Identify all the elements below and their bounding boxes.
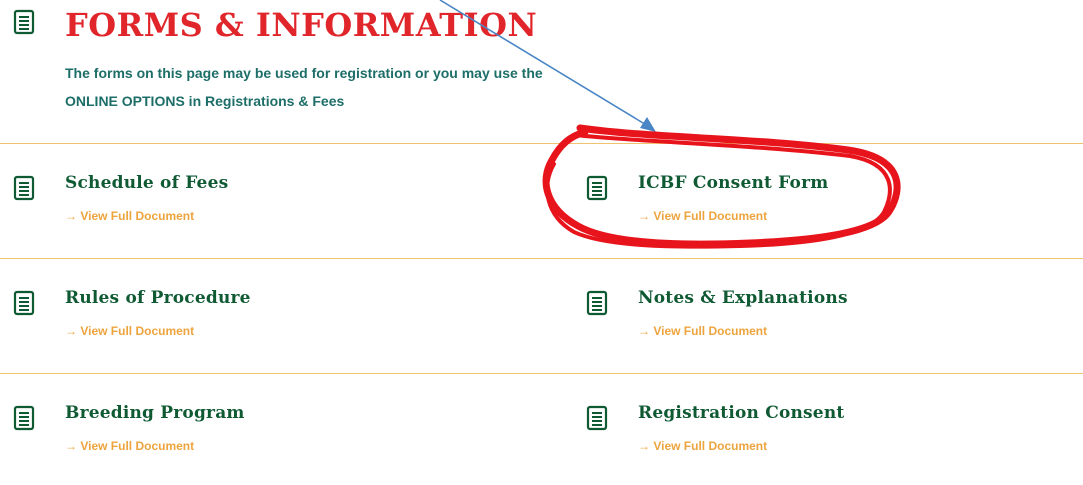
view-full-document-link[interactable]: → View Full Document — [638, 439, 767, 453]
document-title-registration-consent[interactable]: Registration Consent — [638, 403, 844, 423]
view-full-document-link[interactable]: → View Full Document — [638, 209, 767, 223]
view-full-document-link[interactable]: → View Full Document — [65, 324, 194, 338]
document-icon — [13, 9, 35, 35]
view-full-document-link[interactable]: → View Full Document — [638, 324, 767, 338]
document-title-notes-explanations[interactable]: Notes & Explanations — [638, 288, 848, 308]
page-title: FORMS & INFORMATION — [65, 6, 538, 44]
document-title-breeding-program[interactable]: Breeding Program — [65, 403, 245, 423]
document-title-rules-of-procedure[interactable]: Rules of Procedure — [65, 288, 251, 308]
document-icon — [586, 405, 608, 431]
document-icon — [586, 175, 608, 201]
divider — [0, 143, 1083, 144]
document-title-schedule-of-fees[interactable]: Schedule of Fees — [65, 173, 228, 193]
document-title-icbf-consent-form[interactable]: ICBF Consent Form — [638, 173, 828, 193]
document-icon — [586, 290, 608, 316]
view-full-document-link[interactable]: → View Full Document — [65, 209, 194, 223]
document-icon — [13, 290, 35, 316]
divider — [0, 373, 1083, 374]
divider — [0, 258, 1083, 259]
intro-text: The forms on this page may be used for r… — [65, 65, 543, 109]
document-icon — [13, 405, 35, 431]
document-icon — [13, 175, 35, 201]
view-full-document-link[interactable]: → View Full Document — [65, 439, 194, 453]
